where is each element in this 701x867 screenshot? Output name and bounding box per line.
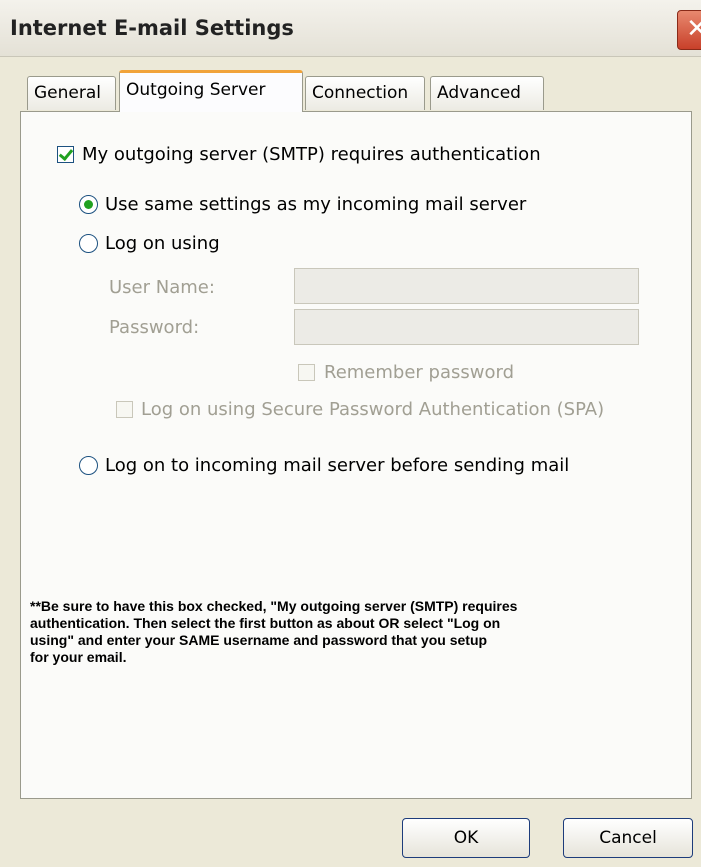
tab-advanced[interactable]: Advanced (430, 76, 544, 110)
radio-logon-incoming[interactable] (79, 456, 98, 475)
requires-auth-checkbox[interactable] (57, 146, 74, 163)
password-label: Password: (109, 317, 200, 338)
radio-same-settings[interactable] (79, 195, 98, 214)
password-field[interactable] (294, 309, 639, 345)
radio-logon-incoming-label: Log on to incoming mail server before se… (105, 455, 570, 476)
radio-same-settings-label: Use same settings as my incoming mail se… (105, 194, 527, 215)
spa-checkbox[interactable] (116, 401, 133, 418)
tab-outgoing-server[interactable]: Outgoing Server (119, 70, 303, 112)
requires-auth-label: My outgoing server (SMTP) requires authe… (82, 144, 541, 165)
ok-button[interactable]: OK (402, 818, 530, 858)
cancel-button[interactable]: Cancel (563, 818, 693, 858)
window-title: Internet E-mail Settings (10, 16, 294, 40)
close-button[interactable]: ✕ (677, 10, 701, 50)
close-icon: ✕ (686, 14, 701, 44)
radio-log-on-using-label: Log on using (105, 233, 220, 254)
instruction-note: **Be sure to have this box checked, "My … (30, 598, 518, 665)
remember-password-checkbox[interactable] (298, 364, 315, 381)
username-label: User Name: (109, 277, 215, 298)
tab-connection[interactable]: Connection (305, 76, 425, 110)
title-bar: Internet E-mail Settings ✕ (0, 0, 701, 57)
remember-password-label: Remember password (324, 362, 514, 383)
spa-label: Log on using Secure Password Authenticat… (141, 399, 605, 420)
username-field[interactable] (294, 268, 639, 304)
radio-log-on-using[interactable] (79, 234, 98, 253)
tab-bar: General Outgoing Server Connection Advan… (0, 68, 701, 112)
tab-general[interactable]: General (27, 76, 116, 110)
